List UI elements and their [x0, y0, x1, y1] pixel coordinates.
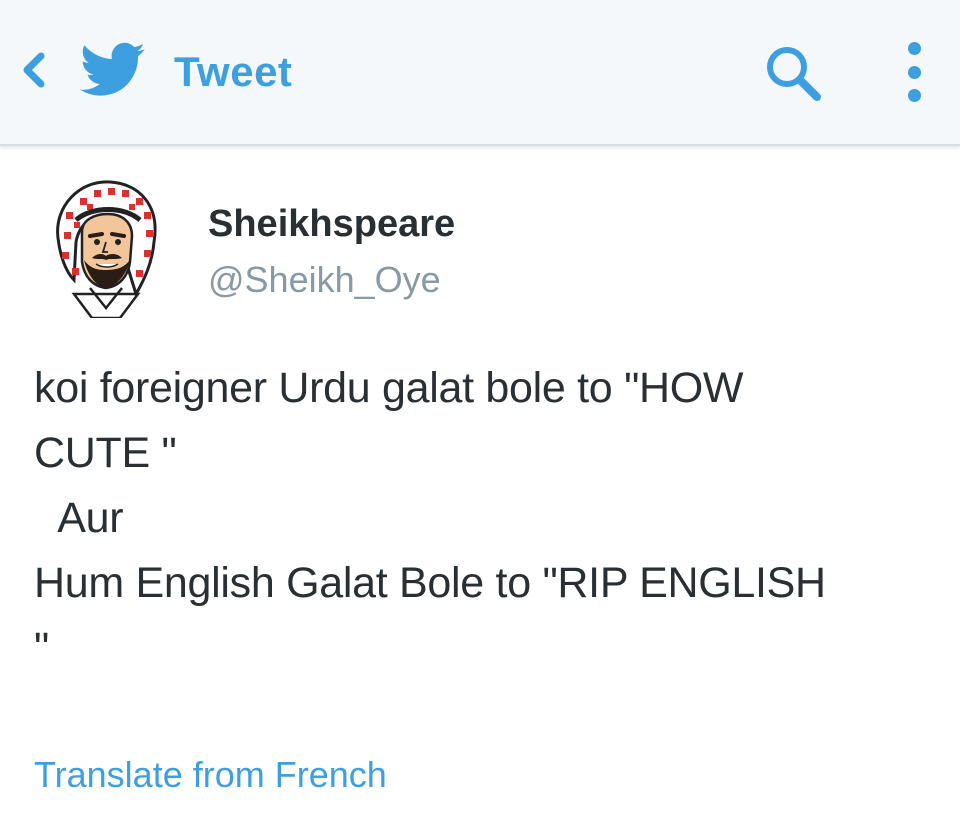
page-title: Tweet	[174, 48, 293, 95]
tweet-text-line: "	[34, 624, 49, 672]
search-icon	[767, 47, 821, 101]
author-display-name[interactable]: Sheikhspeare	[208, 201, 455, 247]
chevron-left-icon	[23, 52, 45, 88]
translate-link[interactable]: Translate from French	[34, 752, 387, 798]
search-button[interactable]	[762, 42, 824, 104]
tweet-text-line: CUTE "	[34, 429, 177, 477]
more-vertical-icon	[907, 42, 921, 55]
tweet-text-line: Aur	[34, 494, 124, 542]
tweet-text: koi foreigner Urdu galat bole to "HOW CU…	[34, 356, 934, 681]
twitter-bird-icon[interactable]	[80, 42, 146, 98]
top-app-bar: Tweet	[0, 0, 960, 146]
tweet-text-line: Hum English Galat Bole to "RIP ENGLISH	[34, 559, 826, 607]
avatar[interactable]	[36, 176, 176, 318]
back-button[interactable]	[14, 48, 54, 92]
more-options-button[interactable]	[898, 40, 930, 104]
author-handle[interactable]: @Sheikh_Oye	[208, 258, 441, 302]
tweet-text-line: koi foreigner Urdu galat bole to "HOW	[34, 364, 744, 412]
